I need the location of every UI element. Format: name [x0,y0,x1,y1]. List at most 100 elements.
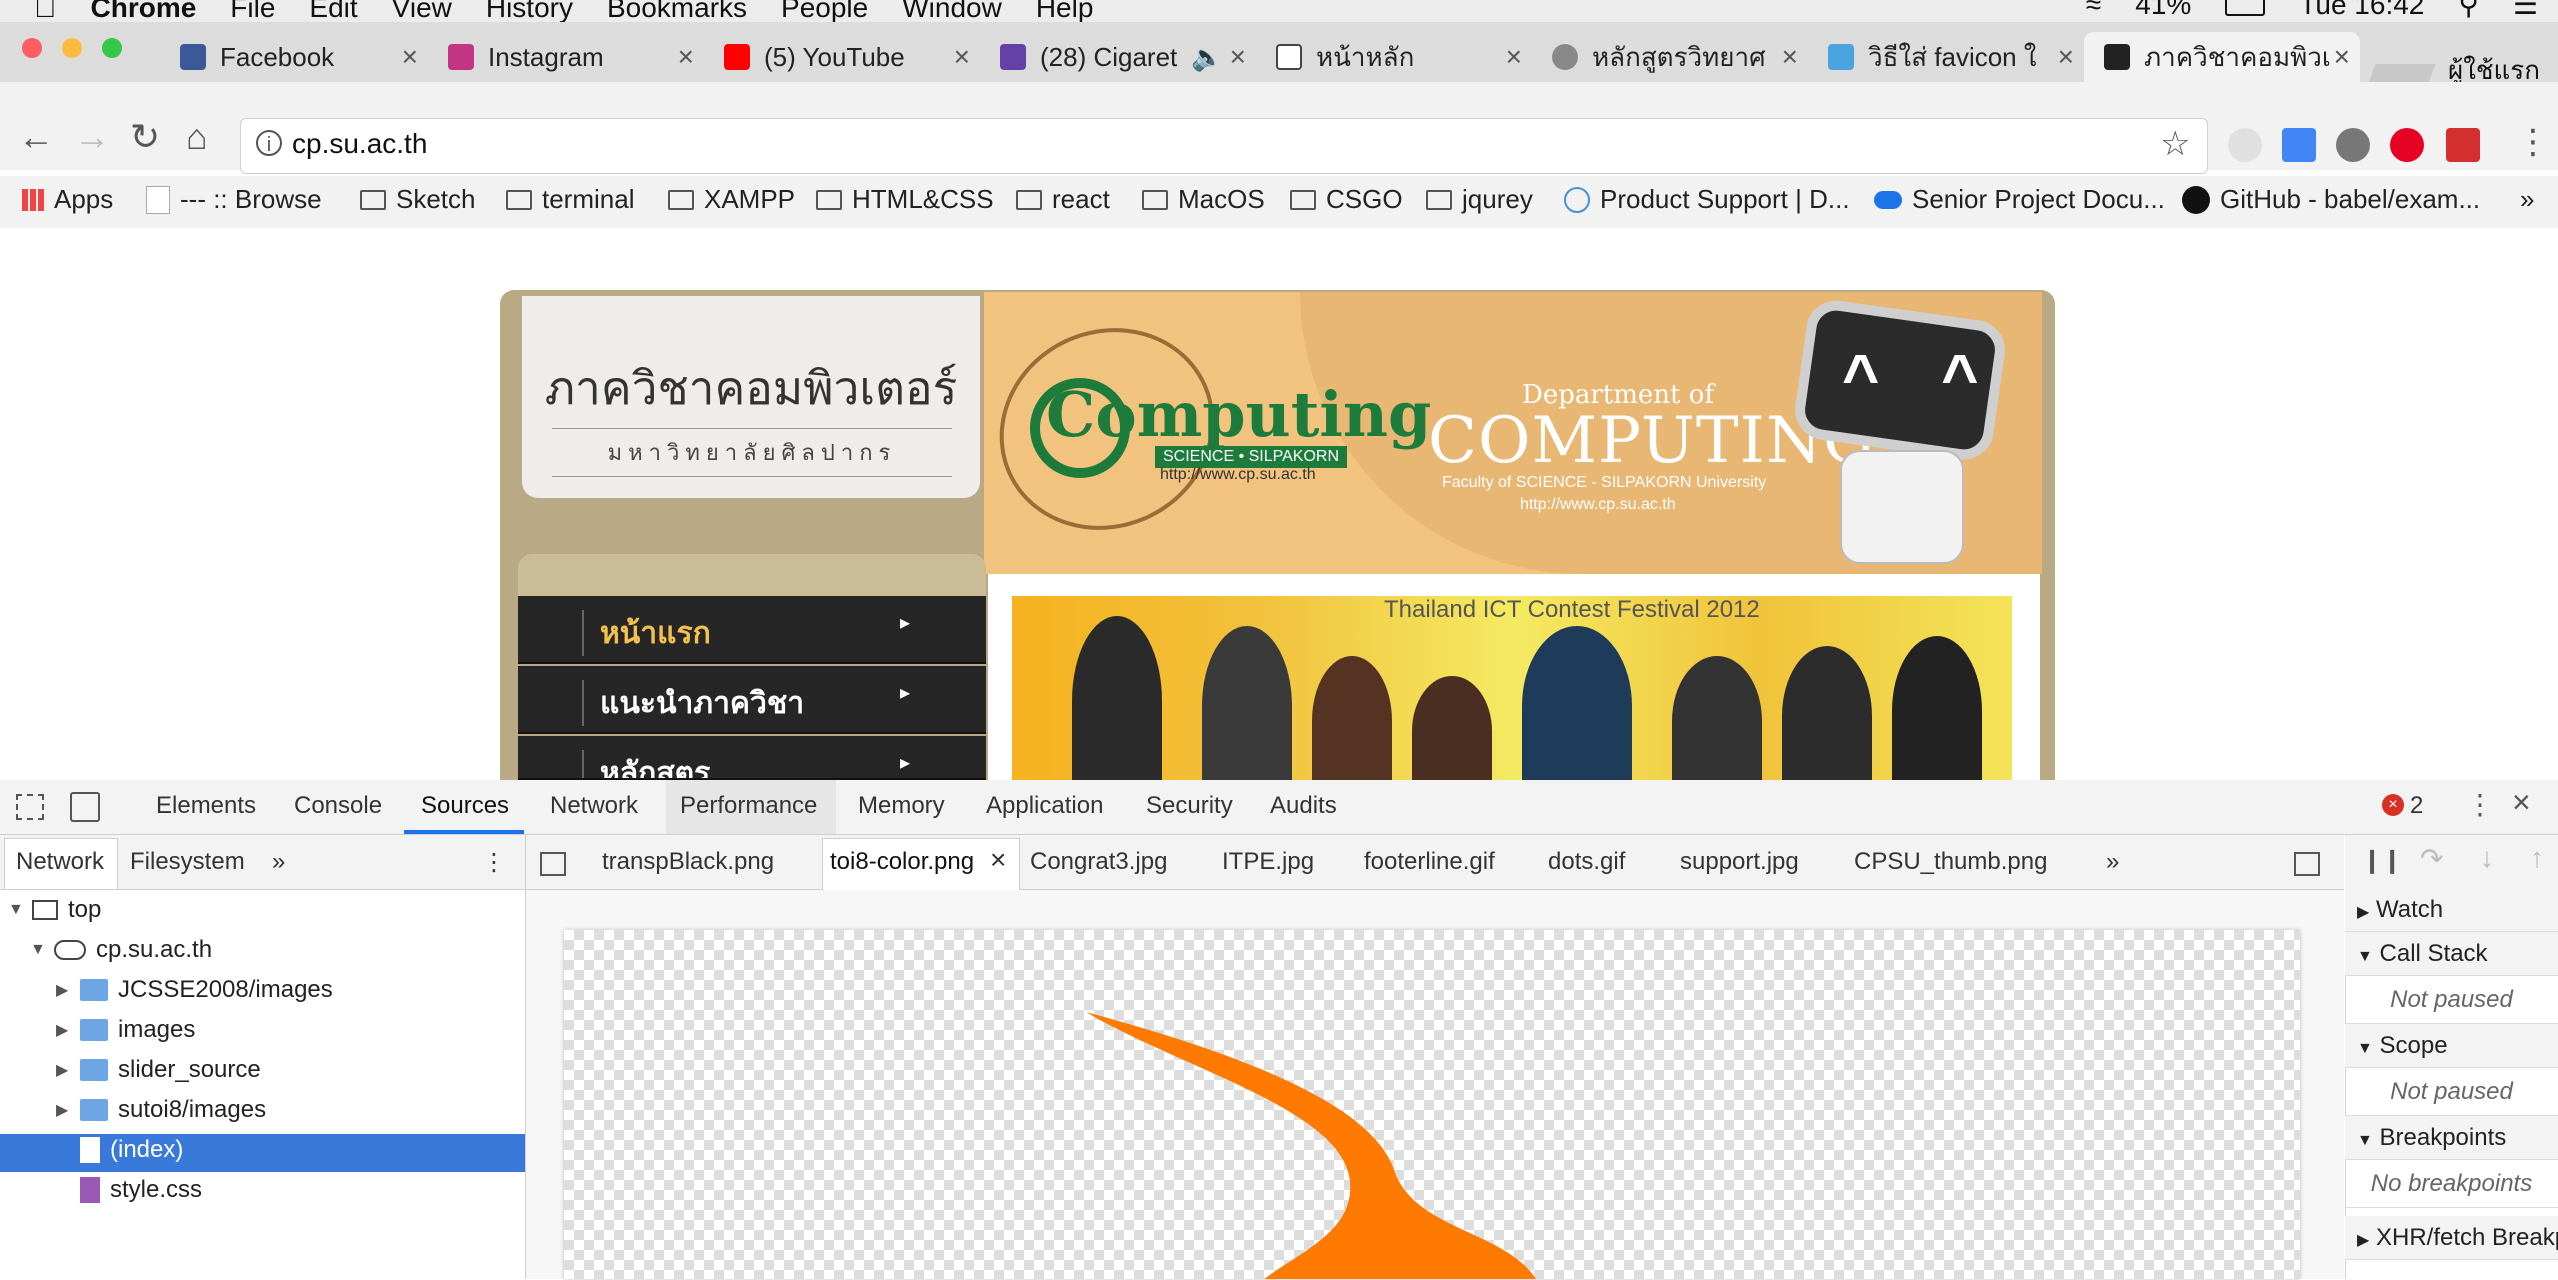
tree-folder-slider-source[interactable]: ▶ slider_source [56,1056,261,1084]
devtools-tab-elements[interactable]: Elements [156,792,256,820]
step-out-icon[interactable]: ↑ [2530,842,2544,874]
tab-close-icon[interactable]: × [1506,41,1522,73]
bookmark-jqurey[interactable]: jqurey [1426,184,1533,215]
editor-tab-cpsu-thumb[interactable]: CPSU_thumb.png [1854,848,2047,876]
devtools-tab-performance[interactable]: Performance [680,792,817,820]
section-xhr-breakpoints[interactable]: ▶ XHR/fetch Breakpoints [2345,1216,2558,1260]
tab-computing-dept[interactable]: ภาควิชาคอมพิวเ × [2084,32,2360,82]
bookmark-senior-project[interactable]: Senior Project Docu... [1874,184,2165,215]
section-call-stack[interactable]: ▼ Call Stack [2345,932,2558,976]
battery-icon[interactable] [2225,0,2266,16]
bookmark-macos[interactable]: MacOS [1142,184,1265,215]
cors-extension-icon[interactable] [2446,128,2480,162]
editor-tab-close-icon[interactable]: × [990,844,1006,876]
editor-tab-dots[interactable]: dots.gif [1548,848,1625,876]
devtools-tab-audits[interactable]: Audits [1270,792,1337,820]
devtools-tab-application[interactable]: Application [986,792,1103,820]
devtools-tab-network[interactable]: Network [550,792,638,820]
error-count[interactable]: 2 [2410,792,2423,820]
navigator-tab-network[interactable]: Network [16,848,104,876]
spotlight-icon[interactable]: ⚲ [2458,0,2479,21]
devtools-tab-console[interactable]: Console [294,792,382,820]
tab-twitch[interactable]: (28) Cigaret 🔈 × [980,32,1256,82]
tab-close-icon[interactable]: × [1230,41,1246,73]
home-icon[interactable]: ⌂ [186,116,208,158]
devtools-tab-sources[interactable]: Sources [421,792,509,820]
devtools-tab-security[interactable]: Security [1146,792,1233,820]
menu-view[interactable]: View [392,0,452,24]
tree-file-index[interactable]: (index) [80,1136,183,1164]
tree-file-style-css[interactable]: style.css [80,1176,202,1204]
bookmark-apps[interactable]: Apps [22,184,113,215]
error-icon[interactable]: × [2382,794,2404,816]
info-icon[interactable]: i [256,130,282,156]
editor-tab-congrat3[interactable]: Congrat3.jpg [1030,848,1167,876]
editor-tab-itpe[interactable]: ITPE.jpg [1222,848,1314,876]
tab-close-icon[interactable]: × [2058,41,2074,73]
bookmark-html-css[interactable]: HTML&CSS [816,184,994,215]
bookmark-xampp[interactable]: XAMPP [668,184,795,215]
bookmark-star-icon[interactable]: ☆ [2160,124,2190,164]
bookmark-github-babel[interactable]: GitHub - babel/exam... [2182,184,2480,215]
menu-edit[interactable]: Edit [309,0,357,24]
menu-history[interactable]: History [486,0,573,24]
tree-folder-images[interactable]: ▶ images [56,1016,195,1044]
toggle-navigator-icon[interactable] [540,852,566,876]
devtools-tab-memory[interactable]: Memory [858,792,945,820]
navigator-tab-filesystem[interactable]: Filesystem [130,848,245,876]
tab-instagram[interactable]: Instagram × [428,32,704,82]
url-text[interactable]: cp.su.ac.th [292,128,427,160]
bookmark-react[interactable]: react [1016,184,1110,215]
wifi-icon[interactable]: ≈ [2086,0,2101,21]
site-menu-about[interactable]: แนะนำภาควิชา ▸ [518,666,986,734]
editor-tab-support[interactable]: support.jpg [1680,848,1799,876]
reload-icon[interactable]: ↻ [130,116,160,158]
tab-favicon-howto[interactable]: วิธีใส่ favicon ใ × [1808,32,2084,82]
notification-icon[interactable]: ☰ [2513,0,2538,21]
inspect-element-icon[interactable] [16,794,44,820]
clock[interactable]: Tue 16:42 [2299,0,2424,21]
tree-folder-jcsse[interactable]: ▶ JCSSE2008/images [56,976,333,1004]
chrome-menu-icon[interactable]: ⋮ [2516,122,2550,162]
tab-close-icon[interactable]: × [954,41,970,73]
editor-tabs-overflow-icon[interactable]: » [2106,848,2119,876]
menu-file[interactable]: File [230,0,275,24]
menu-people[interactable]: People [781,0,868,24]
tab-close-icon[interactable]: × [2334,41,2350,73]
bookmark-sketch[interactable]: Sketch [360,184,476,215]
tab-close-icon[interactable]: × [678,41,694,73]
device-toolbar-icon[interactable] [70,792,100,822]
site-menu-curriculum[interactable]: หลักสูตร ▸ [518,736,986,780]
devtools-menu-icon[interactable]: ⋮ [2466,788,2494,821]
site-menu-home[interactable]: หน้าแรก ▸ [518,596,986,664]
tree-item-top[interactable]: ▼ top [8,896,101,924]
tab-youtube[interactable]: (5) YouTube × [704,32,980,82]
pinterest-extension-icon[interactable] [2390,128,2424,162]
tab-home-page[interactable]: หน้าหลัก × [1256,32,1532,82]
bookmark-terminal[interactable]: terminal [506,184,634,215]
step-over-icon[interactable]: ↷ [2420,842,2443,875]
tree-folder-sutoi8[interactable]: ▶ sutoi8/images [56,1096,266,1124]
speaker-icon[interactable]: 🔈 [1191,42,1223,73]
toggle-debugger-icon[interactable] [2294,852,2320,876]
step-into-icon[interactable]: ↓ [2480,842,2494,874]
menu-bookmarks[interactable]: Bookmarks [607,0,747,24]
section-breakpoints[interactable]: ▼ Breakpoints [2345,1116,2558,1160]
menu-app[interactable]: Chrome [91,0,197,24]
menu-window[interactable]: Window [902,0,1002,24]
back-icon[interactable]: ← [18,116,54,158]
tab-close-icon[interactable]: × [402,41,418,73]
menu-help[interactable]: Help [1036,0,1094,24]
translate-extension-icon[interactable] [2282,128,2316,162]
section-watch[interactable]: ▶ Watch [2345,888,2558,932]
tab-facebook[interactable]: Facebook × [160,32,428,82]
editor-tab-footerline[interactable]: footerline.gif [1364,848,1495,876]
bookmark-browse[interactable]: --- :: Browse [146,184,322,215]
close-window-button[interactable] [22,38,42,58]
minimize-window-button[interactable] [62,38,82,58]
navigator-menu-icon[interactable]: ⋮ [482,848,506,877]
devtools-close-icon[interactable]: × [2512,784,2531,821]
tree-item-domain[interactable]: ▼ cp.su.ac.th [30,936,212,964]
tab-close-icon[interactable]: × [1782,41,1798,73]
bookmark-product-support[interactable]: Product Support | D... [1564,184,1850,215]
